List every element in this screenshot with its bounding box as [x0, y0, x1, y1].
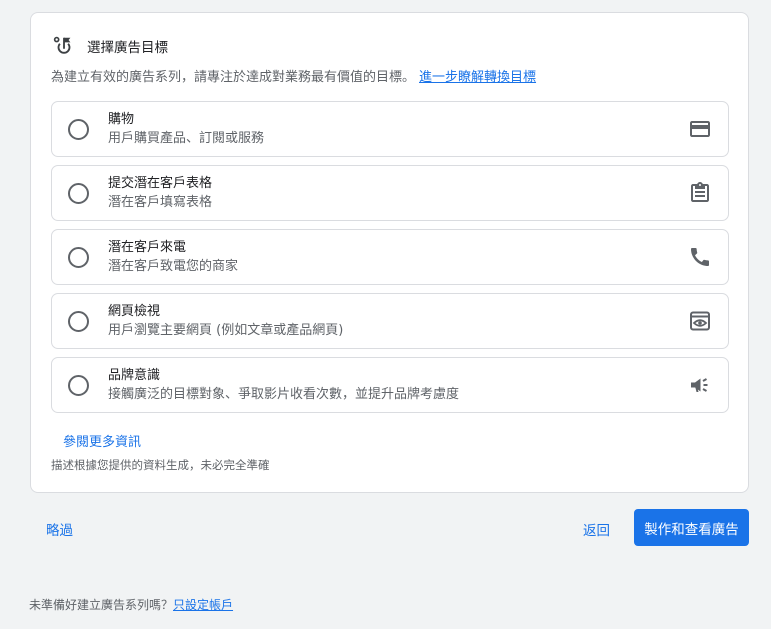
option-title: 品牌意識: [108, 367, 161, 383]
goal-options-list: 購物 用戶購買產品、訂閱或服務 提交潛在客戶表格 潛在客戶填寫表格 潛在客戶來電…: [51, 101, 729, 421]
goal-option-purchase[interactable]: 購物 用戶購買產品、訂閱或服務: [51, 101, 729, 157]
footer: 未準備好建立廣告系列嗎？只設定帳戶: [29, 596, 233, 613]
option-description: 用戶購買產品、訂閱或服務: [108, 130, 265, 146]
webpage-view-icon: [688, 309, 712, 333]
goal-option-lead-calls[interactable]: 潛在客戶來電 潛在客戶致電您的商家: [51, 229, 729, 285]
intro-description: 為建立有效的廣告系列，請專注於達成對業務最有價值的目標。: [51, 70, 416, 85]
phone-icon: [688, 245, 712, 269]
option-title: 購物: [108, 111, 135, 127]
see-more-info-link[interactable]: 參閱更多資訊: [63, 431, 141, 450]
create-and-review-ad-button[interactable]: 製作和查看廣告: [634, 509, 749, 546]
goal-option-lead-form[interactable]: 提交潛在客戶表格 潛在客戶填寫表格: [51, 165, 729, 221]
card-title: 選擇廣告目標: [87, 40, 168, 56]
card-header: 選擇廣告目標: [53, 35, 168, 57]
megaphone-icon: [688, 373, 712, 397]
option-title: 潛在客戶來電: [108, 239, 187, 255]
credit-card-icon: [688, 117, 712, 141]
back-button[interactable]: 返回: [575, 517, 618, 541]
radio-button[interactable]: [68, 182, 89, 204]
option-description: 潛在客戶致電您的商家: [108, 258, 239, 274]
learn-more-conversion-goals-link[interactable]: 進一步瞭解轉換目標: [419, 70, 536, 85]
footer-text: 未準備好建立廣告系列嗎？: [29, 598, 174, 612]
option-description: 接觸廣泛的目標對象、爭取影片收看次數，並提升品牌考慮度: [108, 386, 460, 402]
option-title: 網頁檢視: [108, 303, 161, 319]
radio-button[interactable]: [68, 118, 89, 140]
option-description: 用戶瀏覽主要網頁 (例如文章或產品網頁): [108, 322, 344, 338]
radio-button[interactable]: [68, 374, 89, 396]
skip-button[interactable]: 略過: [36, 517, 83, 541]
option-description: 潛在客戶填寫表格: [108, 194, 213, 210]
goal-option-page-views[interactable]: 網頁檢視 用戶瀏覽主要網頁 (例如文章或產品網頁): [51, 293, 729, 349]
disclaimer-text: 描述根據您提供的資料生成，未必完全準確: [51, 458, 270, 472]
goal-flag-icon: [53, 35, 75, 57]
intro-text: 為建立有效的廣告系列，請專注於達成對業務最有價值的目標。 進一步瞭解轉換目標: [51, 66, 536, 85]
account-setup-only-link[interactable]: 只設定帳戶: [173, 598, 233, 612]
radio-button[interactable]: [68, 246, 89, 268]
radio-button[interactable]: [68, 310, 89, 332]
goal-option-brand-awareness[interactable]: 品牌意識 接觸廣泛的目標對象、爭取影片收看次數，並提升品牌考慮度: [51, 357, 729, 413]
option-title: 提交潛在客戶表格: [108, 175, 213, 191]
goal-selection-card: 選擇廣告目標 為建立有效的廣告系列，請專注於達成對業務最有價值的目標。 進一步瞭解…: [30, 12, 749, 493]
clipboard-icon: [688, 181, 712, 205]
